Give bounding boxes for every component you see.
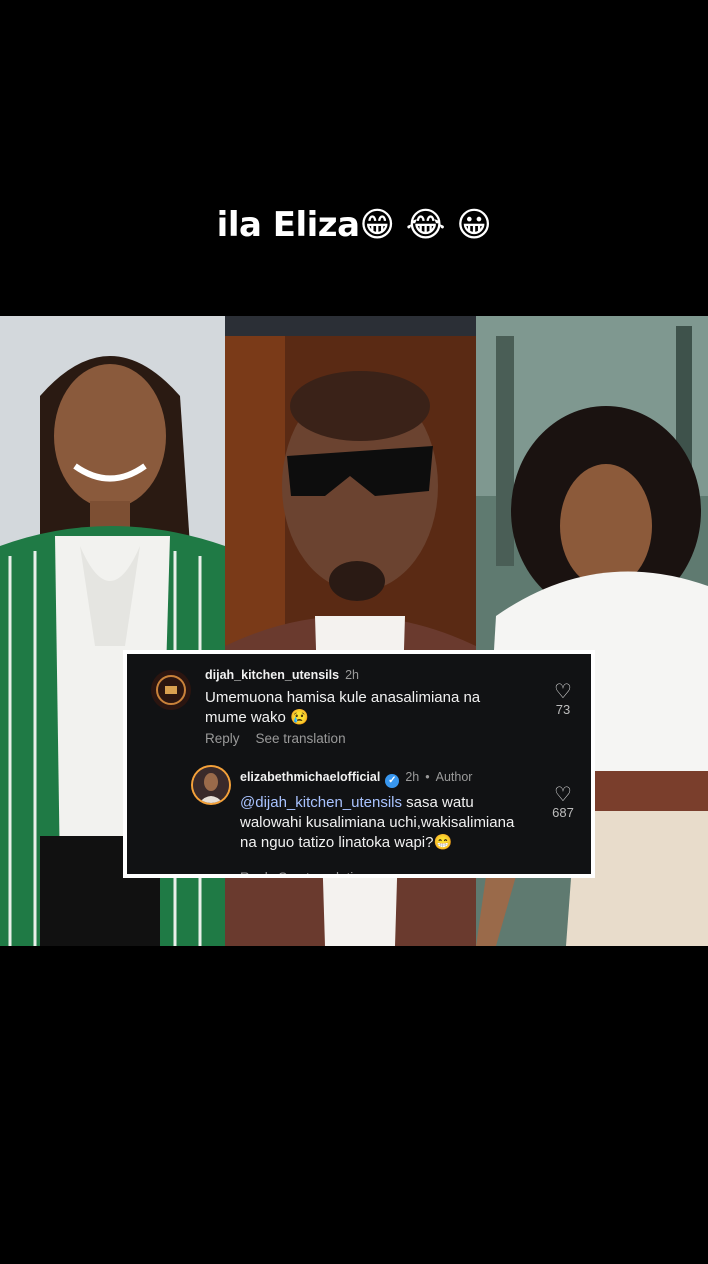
heart-icon: ♡: [554, 784, 572, 806]
comment-username[interactable]: dijah_kitchen_utensils 2h: [205, 668, 359, 682]
reply-time: 2h: [405, 770, 420, 784]
video-caption: ila Eliza😁 😂 😀: [216, 205, 492, 245]
reply-username[interactable]: elizabethmichaelofficial ✓ 2h • Author: [240, 770, 472, 788]
reply-button[interactable]: Reply: [205, 731, 240, 746]
mention-link[interactable]: @dijah_kitchen_utensils: [240, 794, 402, 811]
heart-icon: ♡: [554, 681, 572, 703]
verified-badge-icon: ✓: [385, 774, 400, 788]
see-translation-button[interactable]: See translation: [256, 731, 346, 746]
reply-actions[interactable]: Reply See translation: [240, 870, 368, 874]
kitchen-logo-avatar[interactable]: [151, 670, 191, 710]
comment-time: 2h: [345, 668, 359, 682]
like-count: 687: [552, 805, 574, 820]
reply-like-button[interactable]: ♡ 687: [543, 785, 583, 820]
reply-text: @dijah_kitchen_utensils sasa watu walowa…: [240, 793, 530, 853]
comment-like-button[interactable]: ♡ 73: [543, 682, 583, 717]
comment-text: Umemuona hamisa kule anasalimiana na mum…: [205, 689, 481, 726]
comment-actions: Reply See translation: [205, 731, 346, 746]
like-count: 73: [555, 702, 571, 717]
comment-thread-card: dijah_kitchen_utensils 2h Umemuona hamisa…: [123, 650, 595, 878]
profile-photo-avatar[interactable]: [193, 767, 229, 803]
author-label: Author: [435, 770, 473, 784]
